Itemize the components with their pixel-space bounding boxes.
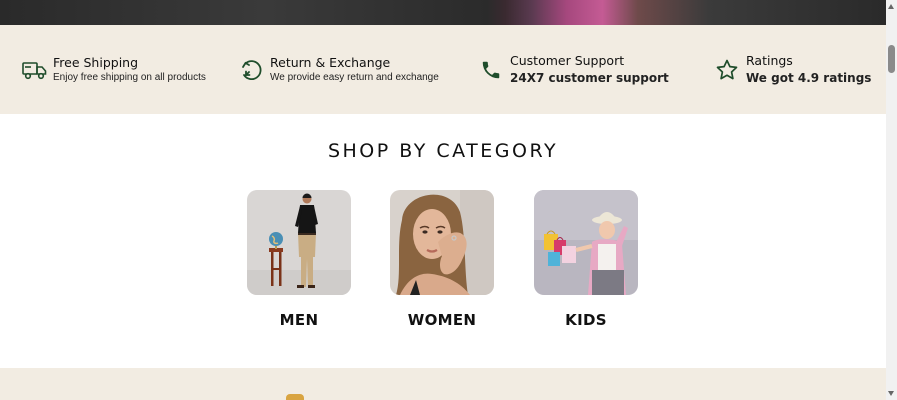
category-label[interactable]: MEN [247, 311, 351, 329]
category-women[interactable]: WOMEN [390, 190, 494, 329]
scroll-up-arrow-icon[interactable] [888, 4, 894, 9]
category-image-women[interactable] [390, 190, 494, 295]
truck-icon [21, 57, 47, 83]
decorative-ornament-icon [286, 394, 304, 400]
feature-title: Ratings [746, 52, 793, 68]
feature-title: Free Shipping [53, 54, 139, 70]
star-icon [714, 57, 740, 83]
feature-description: We provide easy return and exchange [270, 71, 439, 83]
feature-return-exchange: Return & Exchange We provide easy return… [238, 25, 439, 114]
category-image-kids[interactable] [534, 190, 638, 295]
category-image-men[interactable] [247, 190, 351, 295]
feature-description: Enjoy free shipping on all products [53, 71, 206, 83]
scrollbar-thumb[interactable] [888, 45, 895, 73]
features-bar: Free Shipping Enjoy free shipping on all… [0, 25, 886, 114]
hero-banner-bottom [0, 0, 886, 25]
feature-description: We got 4.9 ratings [746, 70, 872, 85]
feature-title: Return & Exchange [270, 54, 391, 70]
page-scrollbar[interactable] [886, 0, 897, 400]
phone-icon [478, 57, 504, 83]
category-men[interactable]: MEN [247, 190, 351, 329]
feature-customer-support: Customer Support 24X7 customer support [478, 25, 669, 114]
feature-free-shipping: Free Shipping Enjoy free shipping on all… [21, 25, 206, 114]
return-arrow-icon [238, 57, 264, 83]
category-kids[interactable]: KIDS [534, 190, 638, 329]
next-section-band [0, 368, 886, 400]
feature-description: 24X7 customer support [510, 70, 669, 85]
section-title: SHOP BY CATEGORY [327, 140, 559, 162]
scroll-down-arrow-icon[interactable] [888, 391, 894, 396]
category-label[interactable]: KIDS [534, 311, 638, 329]
category-label[interactable]: WOMEN [390, 311, 494, 329]
feature-title: Customer Support [510, 52, 625, 68]
feature-ratings: Ratings We got 4.9 ratings [714, 25, 871, 114]
